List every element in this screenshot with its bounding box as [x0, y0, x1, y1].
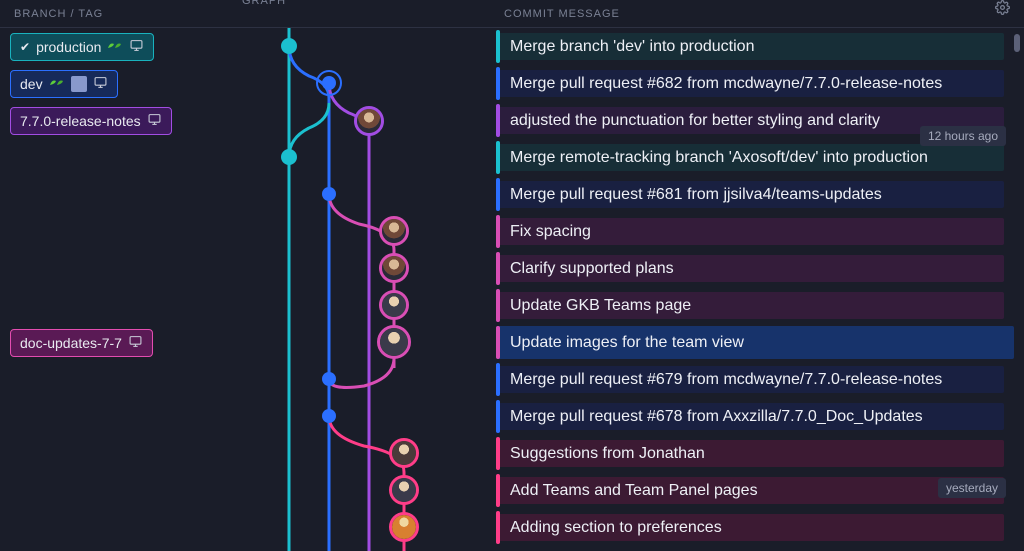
branch-label: 7.7.0-release-notes — [20, 113, 141, 129]
commit-message: Merge pull request #679 from mcdwayne/7.… — [496, 371, 942, 389]
commit-row[interactable]: Merge pull request #681 from jjsilva4/te… — [0, 176, 1024, 213]
commit-row[interactable]: doc-updates-7-7 Update images for the tea… — [0, 324, 1024, 361]
commit-avatar[interactable] — [379, 290, 409, 320]
commit-row[interactable]: Merge pull request #678 from Axxzilla/7.… — [0, 398, 1024, 435]
commit-message: Merge pull request #682 from mcdwayne/7.… — [496, 75, 942, 93]
commit-message: Merge remote-tracking branch 'Axosoft/de… — [496, 149, 928, 167]
commit-avatar[interactable] — [389, 438, 419, 468]
commit-row[interactable]: Adding section to preferences — [0, 509, 1024, 546]
commit-message: Merge branch 'dev' into production — [496, 38, 754, 56]
commit-row[interactable]: Add Teams and Team Panel pages yesterday — [0, 472, 1024, 509]
commit-message: Merge pull request #678 from Axxzilla/7.… — [496, 408, 923, 426]
monitor-icon — [128, 335, 143, 351]
commit-message: Update images for the team view — [496, 334, 744, 352]
commit-avatar[interactable] — [379, 216, 409, 246]
header-branch[interactable]: BRANCH / TAG — [0, 8, 234, 20]
commit-message: Fix spacing — [496, 223, 591, 241]
monitor-icon — [147, 113, 162, 129]
commit-row[interactable]: Suggestions from Jonathan — [0, 435, 1024, 472]
commit-row[interactable]: Fix spacing — [0, 213, 1024, 250]
commit-avatar[interactable] — [377, 325, 411, 359]
branch-label: production — [36, 39, 101, 55]
commit-avatar[interactable] — [354, 106, 384, 136]
commit-row[interactable]: Clarify supported plans — [0, 250, 1024, 287]
gear-icon[interactable] — [995, 0, 1010, 18]
branch-tag-release-notes[interactable]: 7.7.0-release-notes — [10, 107, 172, 135]
branch-tag-doc-updates[interactable]: doc-updates-7-7 — [10, 329, 153, 357]
leaf-icon — [49, 76, 65, 91]
commit-message: Clarify supported plans — [496, 260, 674, 278]
commit-rows: ✔ production Merge branch 'dev' into produ… — [0, 28, 1024, 546]
avatar-icon — [71, 76, 87, 92]
branch-tag-production[interactable]: ✔ production — [10, 33, 154, 61]
branch-label: doc-updates-7-7 — [20, 335, 122, 351]
commit-message: Merge pull request #681 from jjsilva4/te… — [496, 186, 882, 204]
branch-label: dev — [20, 76, 43, 92]
commit-row[interactable]: Merge remote-tracking branch 'Axosoft/de… — [0, 139, 1024, 176]
commit-message: adjusted the punctuation for better styl… — [496, 112, 880, 130]
commit-message: Update GKB Teams page — [496, 297, 691, 315]
monitor-icon — [129, 39, 144, 55]
timestamp: 12 hours ago — [920, 126, 1006, 146]
commit-row[interactable]: Merge pull request #679 from mcdwayne/7.… — [0, 361, 1024, 398]
commit-avatar[interactable] — [389, 475, 419, 505]
commit-avatar[interactable] — [389, 512, 419, 542]
column-headers: BRANCH / TAG GRAPH COMMIT MESSAGE — [0, 0, 1024, 28]
check-icon: ✔ — [20, 40, 30, 54]
commit-row[interactable]: Update GKB Teams page — [0, 287, 1024, 324]
commit-message: Add Teams and Team Panel pages — [496, 482, 758, 500]
commit-row[interactable]: 7.7.0-release-notes adjusted the punctuat… — [0, 102, 1024, 139]
commit-message: Adding section to preferences — [496, 519, 722, 537]
commit-row[interactable]: dev Merge pull request #682 from mcdwayne… — [0, 65, 1024, 102]
branch-tag-dev[interactable]: dev — [10, 70, 118, 98]
commit-row[interactable]: ✔ production Merge branch 'dev' into produ… — [0, 28, 1024, 65]
monitor-icon — [93, 76, 108, 92]
commit-avatar[interactable] — [379, 253, 409, 283]
commit-message: Suggestions from Jonathan — [496, 445, 705, 463]
timestamp: yesterday — [938, 478, 1006, 498]
leaf-icon — [107, 39, 123, 54]
